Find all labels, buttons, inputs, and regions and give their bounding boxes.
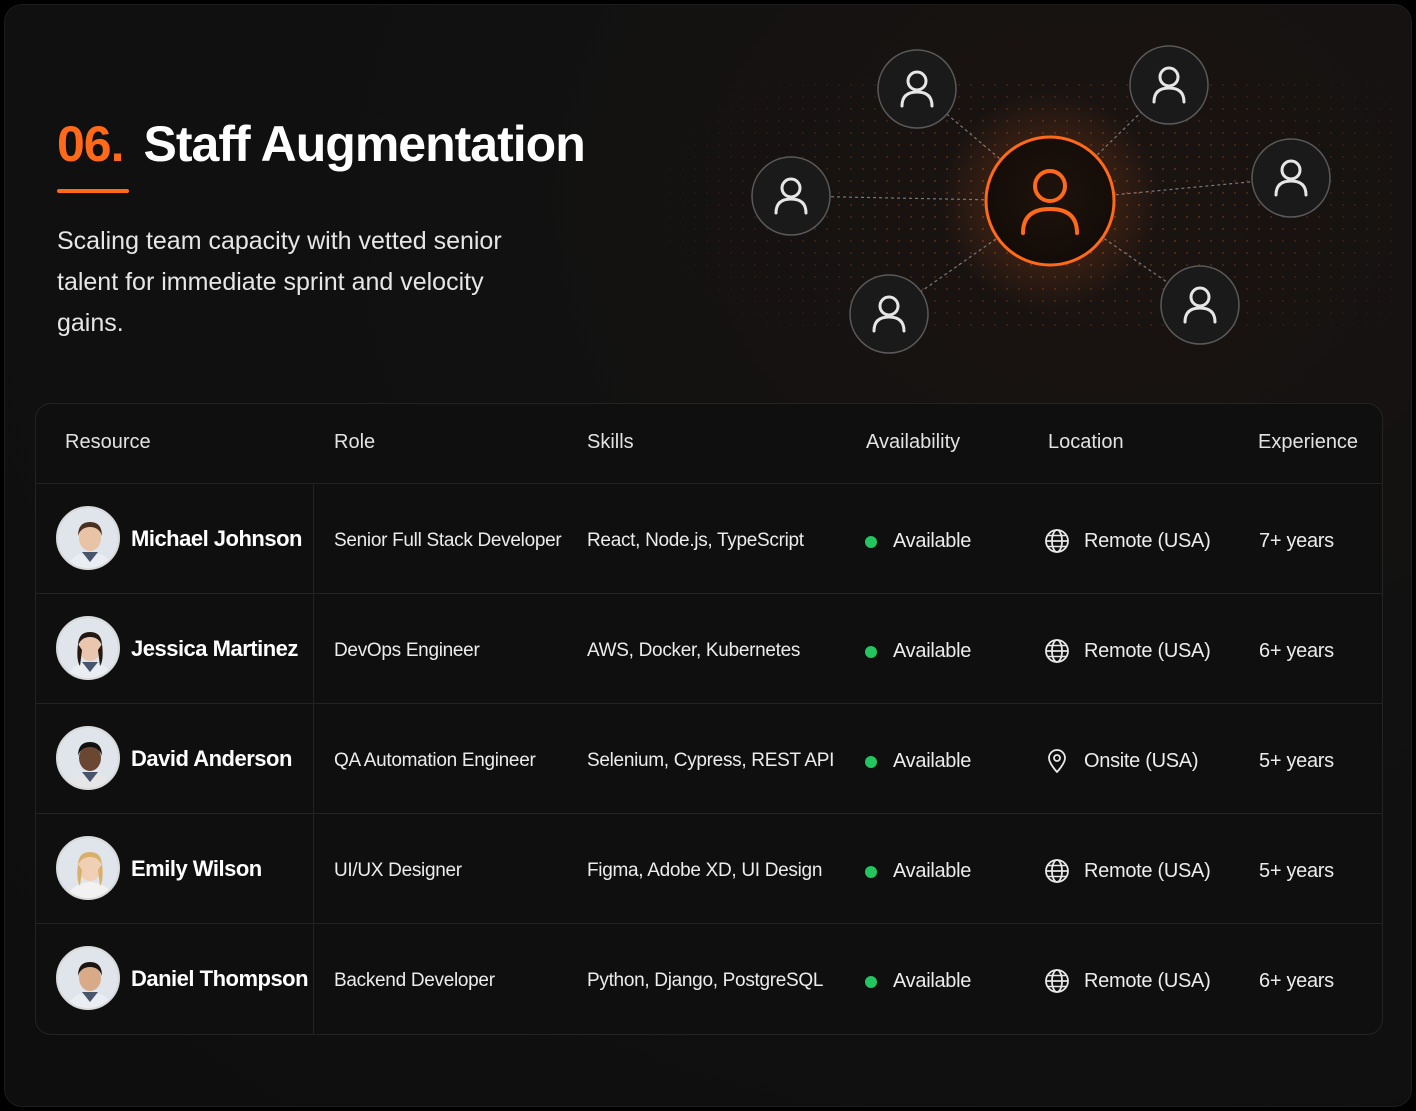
skills-cell: Selenium, Cypress, REST API: [587, 750, 835, 771]
map-pin-icon: [1044, 748, 1070, 774]
resource-name: Daniel Thompson: [131, 966, 309, 991]
resource-name: Emily Wilson: [131, 856, 262, 881]
title-underline: [57, 189, 129, 193]
section-heading: 06. Staff Augmentation: [57, 115, 586, 173]
resource-cell: Michael Johnson: [36, 484, 314, 593]
role-cell: UI/UX Designer: [334, 860, 462, 881]
team-member-node: [1251, 138, 1331, 218]
column-header-location[interactable]: Location: [1048, 431, 1124, 454]
location-cell: Onsite (USA): [1084, 750, 1199, 772]
globe-icon: [1044, 638, 1070, 664]
avatar: [56, 506, 120, 570]
team-member-node: [751, 156, 831, 236]
team-member-node: [1129, 45, 1209, 125]
availability-status-dot: [865, 976, 877, 988]
resource-cell: Emily Wilson: [36, 814, 314, 923]
team-member-node: [877, 49, 957, 129]
column-header-resource[interactable]: Resource: [65, 431, 151, 454]
column-header-experience[interactable]: Experience: [1258, 431, 1358, 454]
resource-name: Jessica Martinez: [131, 636, 298, 661]
team-member-node: [1160, 265, 1240, 345]
resource-cell: Daniel Thompson: [36, 924, 314, 1034]
column-header-role[interactable]: Role: [334, 431, 375, 454]
experience-cell: 6+ years: [1259, 640, 1334, 662]
resource-cell: David Anderson: [36, 704, 314, 813]
table-row[interactable]: Michael Johnson Senior Full Stack Develo…: [36, 484, 1382, 594]
skills-cell: AWS, Docker, Kubernetes: [587, 640, 801, 661]
page-subtitle: Scaling team capacity with vetted senior…: [57, 227, 502, 337]
availability-status-dot: [865, 646, 877, 658]
location-cell: Remote (USA): [1084, 970, 1211, 992]
availability-status-dot: [865, 756, 877, 768]
role-cell: QA Automation Engineer: [334, 750, 536, 771]
location-cell: Remote (USA): [1084, 860, 1211, 882]
avatar: [56, 946, 120, 1010]
avatar: [56, 836, 120, 900]
resource-name: David Anderson: [131, 746, 292, 771]
globe-icon: [1044, 968, 1070, 994]
team-member-node: [849, 274, 929, 354]
experience-cell: 5+ years: [1259, 860, 1334, 882]
location-cell: Remote (USA): [1084, 640, 1211, 662]
globe-icon: [1044, 858, 1070, 884]
center-user-node: [984, 135, 1116, 267]
column-header-skills[interactable]: Skills: [587, 431, 634, 454]
table-header: Resource Role Skills Availability Locati…: [36, 404, 1382, 484]
availability-status-dot: [865, 866, 877, 878]
globe-icon: [1044, 528, 1070, 554]
skills-cell: Figma, Adobe XD, UI Design: [587, 860, 823, 881]
role-cell: Backend Developer: [334, 970, 495, 991]
slide-frame: 06. Staff Augmentation Scaling team capa…: [4, 4, 1412, 1107]
availability-cell: Available: [893, 640, 972, 662]
location-cell: Remote (USA): [1084, 530, 1211, 552]
experience-cell: 6+ years: [1259, 970, 1334, 992]
table-row[interactable]: Emily Wilson UI/UX Designer Figma, Adobe…: [36, 814, 1382, 924]
availability-cell: Available: [893, 970, 972, 992]
avatar: [56, 616, 120, 680]
experience-cell: 7+ years: [1259, 530, 1334, 552]
team-network-graphic: [669, 35, 1393, 375]
resources-table: Resource Role Skills Availability Locati…: [35, 403, 1383, 1035]
skills-cell: Python, Django, PostgreSQL: [587, 970, 824, 991]
page-title: Staff Augmentation: [143, 116, 586, 172]
table-row[interactable]: Daniel Thompson Backend Developer Python…: [36, 924, 1382, 1034]
table-row[interactable]: Jessica Martinez DevOps Engineer AWS, Do…: [36, 594, 1382, 704]
availability-status-dot: [865, 536, 877, 548]
role-cell: Senior Full Stack Developer: [334, 530, 562, 551]
availability-cell: Available: [893, 530, 972, 552]
resource-cell: Jessica Martinez: [36, 594, 314, 703]
column-header-availability[interactable]: Availability: [866, 431, 960, 454]
experience-cell: 5+ years: [1259, 750, 1334, 772]
table-row[interactable]: David Anderson QA Automation Engineer Se…: [36, 704, 1382, 814]
resource-name: Michael Johnson: [131, 526, 302, 551]
skills-cell: React, Node.js, TypeScript: [587, 530, 804, 551]
section-number: 06.: [57, 116, 125, 172]
role-cell: DevOps Engineer: [334, 640, 480, 661]
availability-cell: Available: [893, 860, 972, 882]
availability-cell: Available: [893, 750, 972, 772]
avatar: [56, 726, 120, 790]
